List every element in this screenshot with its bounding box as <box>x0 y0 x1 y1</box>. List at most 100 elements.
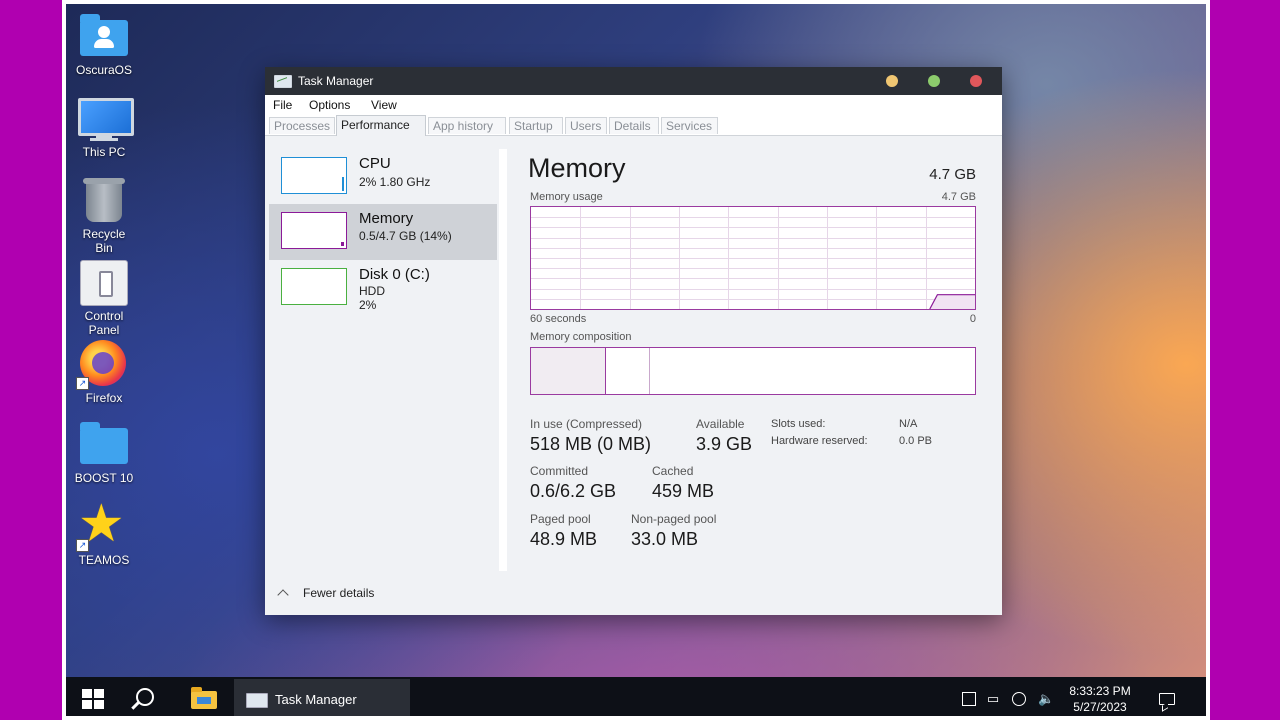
taskbar-app-label: Task Manager <box>275 692 357 707</box>
computer-icon <box>76 94 134 142</box>
resource-name: Disk 0 (C:) <box>359 266 430 283</box>
resource-name: Memory <box>359 210 414 227</box>
available-value: 3.9 GB <box>696 434 753 454</box>
notification-icon[interactable] <box>1159 693 1175 705</box>
start-button[interactable] <box>82 689 104 709</box>
windows-logo-icon <box>82 689 92 698</box>
task-manager-window: Task Manager File Options View Processes… <box>265 67 1002 615</box>
slots-used-value: N/A <box>899 418 918 430</box>
nonpaged-pool-label: Non-paged pool <box>631 512 717 526</box>
disk-thumbnail-graph <box>281 268 347 305</box>
graph-axis-right: 0 <box>969 313 976 325</box>
memory-thumbnail-graph <box>281 212 347 249</box>
memory-usage-max: 4.7 GB <box>941 191 976 203</box>
tray-window-icon[interactable] <box>962 692 976 706</box>
tab-app-history[interactable]: App history <box>428 117 506 134</box>
cached-value: 459 MB <box>652 481 715 501</box>
pane-splitter[interactable] <box>499 149 507 571</box>
file-explorer-icon[interactable] <box>191 687 217 709</box>
cached-label: Cached <box>652 464 694 478</box>
resource-item-disk[interactable]: Disk 0 (C:) HDD 2% <box>269 260 497 316</box>
desktop-icon-label: OscuraOS <box>75 63 132 77</box>
in-use-value: 518 MB (0 MB) <box>530 434 652 454</box>
desktop-icon-label: This PC <box>82 145 126 159</box>
desktop-icon-firefox[interactable]: ↗ Firefox <box>66 340 142 405</box>
in-use-label: In use (Compressed) <box>530 417 643 431</box>
firefox-icon: ↗ <box>76 340 132 390</box>
paged-pool-label: Paged pool <box>530 512 591 526</box>
control-panel-icon <box>76 258 132 306</box>
user-folder-icon <box>80 14 128 56</box>
minimize-button[interactable] <box>886 75 898 87</box>
star-icon: ★ ↗ <box>76 495 125 553</box>
shortcut-arrow-icon: ↗ <box>76 377 89 390</box>
volume-icon[interactable]: 🔈 <box>1038 692 1054 706</box>
recycle-bin-icon <box>76 176 132 224</box>
menu-file[interactable]: File <box>273 98 292 112</box>
desktop-icon-control-panel[interactable]: Control Panel <box>66 258 142 337</box>
memory-composition-label: Memory composition <box>530 331 632 343</box>
title-bar[interactable]: Task Manager <box>265 67 1002 95</box>
committed-label: Committed <box>530 464 589 478</box>
maximize-button[interactable] <box>928 75 940 87</box>
hardware-reserved-value: 0.0 PB <box>899 435 933 447</box>
desktop-icon-oscuraos[interactable]: OscuraOS <box>66 12 142 77</box>
composition-modified <box>606 348 650 394</box>
search-icon[interactable] <box>136 688 154 706</box>
tab-services[interactable]: Services <box>661 117 718 134</box>
resource-item-memory[interactable]: Memory 0.5/4.7 GB (14%) <box>269 204 497 260</box>
memory-usage-svg <box>531 207 975 309</box>
cpu-thumbnail-graph <box>281 157 347 194</box>
fewer-details-link[interactable]: Fewer details <box>303 586 374 600</box>
resource-detail: 0.5/4.7 GB (14%) <box>359 229 452 243</box>
resource-name: CPU <box>359 155 391 172</box>
clock-time: 8:33:23 PM <box>1069 684 1131 698</box>
memory-total: 4.7 GB <box>929 166 976 183</box>
tab-startup[interactable]: Startup <box>509 117 563 134</box>
window-title: Task Manager <box>298 74 374 88</box>
taskbar-task-manager-button[interactable]: Task Manager <box>234 679 410 720</box>
slots-used-label: Slots used: <box>771 418 826 430</box>
desktop-icon-label: BOOST 10 <box>74 471 134 485</box>
task-manager-icon <box>274 75 292 88</box>
memory-composition-bar <box>530 347 976 395</box>
desktop-icon-teamos[interactable]: ★ ↗ TEAMOS <box>66 495 142 567</box>
tab-performance[interactable]: Performance <box>336 115 426 136</box>
desktop-icon-label: TEAMOS <box>78 553 130 567</box>
graph-axis-left: 60 seconds <box>530 313 587 325</box>
footer: Fewer details <box>265 573 1002 615</box>
globe-icon[interactable] <box>1012 692 1026 706</box>
available-label: Available <box>696 417 745 431</box>
tab-users[interactable]: Users <box>565 117 607 134</box>
resource-detail: HDD <box>359 284 385 298</box>
tab-bar: Processes Performance App history Startu… <box>265 115 1002 136</box>
shortcut-arrow-icon: ↗ <box>76 539 89 552</box>
tab-details[interactable]: Details <box>609 117 659 134</box>
battery-icon[interactable]: ▭ <box>986 692 1000 706</box>
resource-detail-2: 2% <box>359 298 377 312</box>
taskbar: Task Manager ▭ 🔈 8:33:23 PM 5/27/2023 <box>66 677 1206 720</box>
desktop-icon-recycle-bin[interactable]: Recycle Bin <box>66 176 142 255</box>
resource-detail: 2% 1.80 GHz <box>359 175 431 189</box>
system-clock[interactable]: 8:33:23 PM 5/27/2023 <box>1056 683 1144 715</box>
committed-value: 0.6/6.2 GB <box>530 481 617 501</box>
desktop-icon-label: Firefox <box>85 391 123 405</box>
nonpaged-pool-value: 33.0 MB <box>631 529 699 549</box>
desktop-icon-this-pc[interactable]: This PC <box>66 94 142 159</box>
clock-date: 5/27/2023 <box>1073 700 1127 714</box>
tab-processes[interactable]: Processes <box>269 117 335 134</box>
hardware-reserved-label: Hardware reserved: <box>771 435 868 447</box>
memory-detail-pane: Memory 4.7 GB Memory usage 4.7 GB 60 sec… <box>528 147 978 577</box>
task-manager-icon <box>246 693 268 708</box>
page-title: Memory <box>528 153 626 183</box>
resource-list: CPU 2% 1.80 GHz Memory 0.5/4.7 GB (14%) … <box>269 147 497 577</box>
chevron-up-icon[interactable] <box>277 589 289 601</box>
resource-item-cpu[interactable]: CPU 2% 1.80 GHz <box>269 149 497 205</box>
desktop-icon-label: Control Panel <box>84 309 124 337</box>
menu-bar: File Options View <box>265 95 1002 115</box>
composition-in-use <box>531 348 606 394</box>
menu-options[interactable]: Options <box>309 98 350 112</box>
desktop-icon-boost10[interactable]: BOOST 10 <box>66 420 142 485</box>
menu-view[interactable]: View <box>371 98 397 112</box>
close-button[interactable] <box>970 75 982 87</box>
